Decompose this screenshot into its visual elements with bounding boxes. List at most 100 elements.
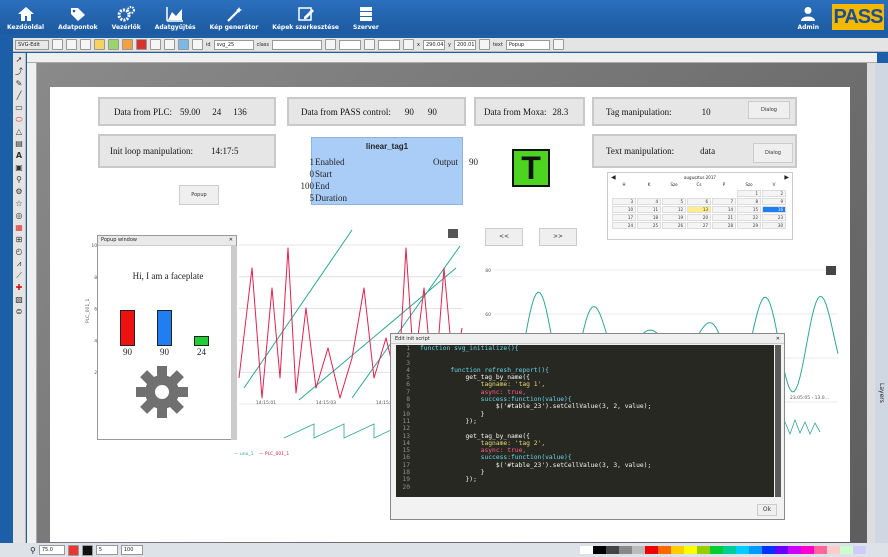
calendar-day[interactable]: 8 (737, 198, 761, 205)
faceplate-scrollbar[interactable] (231, 246, 237, 440)
palette-swatch[interactable] (788, 546, 801, 554)
palette-swatch[interactable] (840, 546, 853, 554)
palette-swatch[interactable] (658, 546, 671, 554)
calendar-day[interactable]: 7 (712, 198, 736, 205)
calendar-day[interactable]: 20 (687, 214, 711, 221)
close-icon[interactable]: ✕ (776, 336, 780, 342)
color-palette[interactable] (580, 546, 866, 554)
prev-button[interactable]: << (485, 228, 523, 246)
palette-swatch[interactable] (593, 546, 606, 554)
x-input[interactable]: 290.04 (422, 39, 445, 50)
document-tool-icon[interactable]: ▤ (14, 139, 24, 149)
text-tool-icon[interactable]: A (14, 151, 24, 161)
line-tool-icon[interactable]: ╱ (14, 91, 24, 101)
move-icon[interactable] (552, 39, 564, 50)
palette-swatch[interactable] (736, 546, 749, 554)
tag-dialog-button[interactable]: Dialog (748, 101, 790, 119)
stroke-width-input[interactable]: 5 (95, 545, 118, 555)
calendar-day[interactable]: 16 (762, 206, 786, 213)
opacity-input[interactable]: 100 (120, 545, 143, 555)
calendar-day[interactable]: 4 (637, 198, 661, 205)
calendar-day[interactable]: 3 (612, 198, 636, 205)
calendar-day[interactable]: 9 (762, 198, 786, 205)
move-top-icon[interactable] (150, 39, 161, 50)
calendar-day[interactable]: 30 (762, 222, 786, 229)
rect-tool-icon[interactable]: ▭ (14, 103, 24, 113)
calendar-day[interactable]: 10 (612, 206, 636, 213)
palette-swatch[interactable] (710, 546, 723, 554)
nav-image-editor[interactable]: Képek szerkesztése (265, 0, 346, 34)
calendar-prev-icon[interactable]: ◀ (611, 174, 616, 181)
eyedropper-tool-icon[interactable]: ⊜ (14, 307, 24, 317)
palette-swatch[interactable] (801, 546, 814, 554)
calendar-day[interactable]: 12 (662, 206, 686, 213)
calendar-day[interactable]: 27 (687, 222, 711, 229)
palette-swatch[interactable] (723, 546, 736, 554)
calendar-day[interactable]: 25 (637, 222, 661, 229)
id-input[interactable]: svg_25 (213, 39, 254, 50)
palette-swatch[interactable] (619, 546, 632, 554)
y-input[interactable]: 200.01 (453, 39, 476, 50)
calendar-next-icon[interactable]: ▶ (784, 174, 789, 181)
table-tool-icon[interactable]: ⊞ (14, 235, 24, 245)
editor-scrollbar[interactable] (775, 345, 781, 497)
calendar-day[interactable]: 29 (737, 222, 761, 229)
palette-swatch[interactable] (645, 546, 658, 554)
nav-data-collection[interactable]: Adatgyűjtés (148, 0, 203, 34)
calendar-day[interactable]: 22 (737, 214, 761, 221)
calendar-day[interactable]: 11 (637, 206, 661, 213)
mode-menu[interactable]: SVG-Edit (15, 39, 49, 50)
calendar-day[interactable]: 5 (662, 198, 686, 205)
zoom-tool-icon[interactable]: ⚲ (14, 175, 24, 185)
calendar-day[interactable]: 13 (687, 206, 711, 213)
align-icon[interactable] (403, 39, 414, 50)
path-tool-icon[interactable]: △ (14, 127, 24, 137)
fill-color-swatch[interactable] (67, 544, 79, 556)
fill-tool-icon[interactable]: ▧ (14, 295, 24, 305)
palette-swatch[interactable] (697, 546, 710, 554)
pencil-tool-icon[interactable]: ✎ (14, 79, 24, 89)
palette-icon[interactable] (178, 39, 189, 50)
image-tool-icon[interactable]: ▣ (14, 163, 24, 173)
palette-swatch[interactable] (749, 546, 762, 554)
anchor-icon[interactable] (478, 39, 490, 50)
star-tool-icon[interactable]: ☆ (14, 199, 24, 209)
zoom-input[interactable]: 75.0 (38, 545, 65, 555)
angle-input[interactable] (339, 39, 361, 50)
code-area[interactable]: 1 function svg_initialize(){2 3 4 function … (396, 345, 774, 497)
nav-server[interactable]: Szerver (346, 0, 386, 34)
calendar-day[interactable]: 17 (612, 214, 636, 221)
clock-tool-icon[interactable]: ◴ (14, 247, 24, 257)
calendar-day[interactable]: 2 (762, 190, 786, 197)
move-bottom-icon[interactable] (164, 39, 175, 50)
undo-icon[interactable] (94, 39, 105, 50)
next-button[interactable]: >> (539, 228, 577, 246)
nav-admin[interactable]: Admin (790, 0, 826, 34)
node-tool-icon[interactable]: ⤴ (14, 67, 24, 77)
clone-icon[interactable] (122, 39, 133, 50)
gear-tool-icon[interactable]: ⚙ (14, 187, 24, 197)
link-input[interactable]: Popup (505, 39, 550, 50)
layers-tab[interactable]: Layers (875, 63, 888, 543)
nav-tags[interactable]: Adatpontok (51, 0, 105, 34)
palette-swatch[interactable] (684, 546, 697, 554)
redo-icon[interactable] (108, 39, 119, 50)
palette-swatch[interactable] (814, 546, 827, 554)
ok-button[interactable]: Ok (757, 504, 777, 516)
calendar-day[interactable]: 18 (637, 214, 661, 221)
circle-tool-icon[interactable]: ◎ (14, 211, 24, 221)
delete-icon[interactable] (136, 39, 147, 50)
calendar-day[interactable]: 28 (712, 222, 736, 229)
palette-swatch[interactable] (762, 546, 775, 554)
angle-icon[interactable] (325, 39, 336, 50)
calendar-day[interactable]: 24 (612, 222, 636, 229)
nav-image-generator[interactable]: Kép generátor (203, 0, 266, 34)
shape-tool-icon[interactable]: ✚ (14, 283, 24, 293)
grid-icon[interactable] (80, 39, 91, 50)
stroke-color-swatch[interactable] (81, 544, 93, 556)
palette-swatch[interactable] (632, 546, 645, 554)
calendar-tool-icon[interactable]: ▦ (14, 223, 24, 233)
nav-home[interactable]: Kezdőoldal (0, 0, 51, 34)
text-dialog-button[interactable]: Dialog (753, 143, 793, 163)
toggle-widget[interactable]: T (512, 149, 550, 187)
